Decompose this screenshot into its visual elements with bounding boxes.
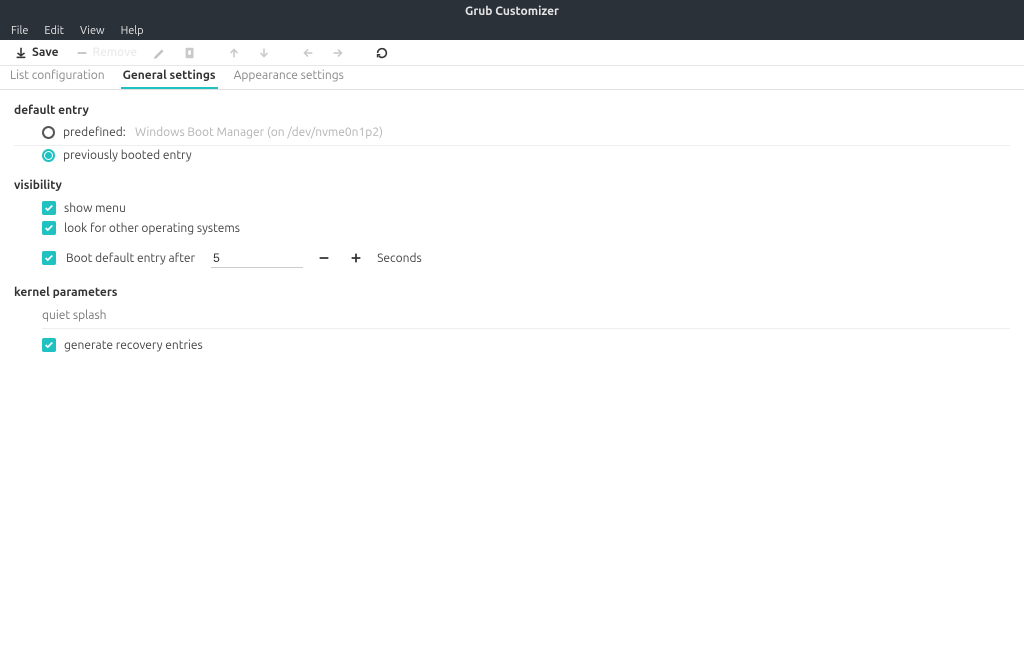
reload-button[interactable] [367,43,397,63]
recovery-row: generate recovery entries [14,335,1010,355]
show-menu-row: show menu [14,198,1010,218]
tab-list-configuration[interactable]: List configuration [8,65,107,89]
new-button [175,43,205,63]
menu-view[interactable]: View [73,24,112,38]
new-file-icon [183,46,197,60]
kernel-title: kernel parameters [14,286,1010,299]
os-prober-row: look for other operating systems [14,218,1010,238]
toolbar: Save Remove [0,40,1024,66]
checkbox-show-menu[interactable] [42,201,56,215]
arrow-right-icon [331,46,345,60]
menu-file[interactable]: File [4,24,35,38]
minus-icon [75,46,89,60]
recovery-label: generate recovery entries [64,339,203,352]
radio-predefined[interactable] [42,126,55,139]
back-button [293,43,323,63]
show-menu-label: show menu [64,202,126,215]
forward-button [323,43,353,63]
pencil-icon [153,46,167,60]
kernel-params-input[interactable]: quiet splash [42,305,1010,329]
predefined-label: predefined: [63,126,127,139]
save-label: Save [32,46,59,59]
previously-booted-label: previously booted entry [63,149,192,162]
timeout-input[interactable] [211,249,303,268]
menu-edit[interactable]: Edit [37,24,71,38]
titlebar: Grub Customizer [0,0,1024,22]
boot-default-label: Boot default entry after [66,252,195,265]
visibility-title: visibility [14,179,1010,192]
default-entry-title: default entry [14,104,1010,117]
content: default entry predefined: Windows Boot M… [0,90,1024,383]
os-prober-label: look for other operating systems [64,222,240,235]
arrow-left-icon [301,46,315,60]
remove-button: Remove [67,43,145,63]
previous-row: previously booted entry [14,146,1010,165]
predefined-dropdown[interactable]: Windows Boot Manager (on /dev/nvme0n1p2) [135,126,1010,139]
remove-label: Remove [93,46,137,59]
save-icon [14,46,28,60]
arrow-up-icon [227,46,241,60]
section-visibility: visibility show menu look for other oper… [14,179,1010,272]
tab-appearance-settings[interactable]: Appearance settings [232,65,346,89]
menubar: File Edit View Help [0,22,1024,40]
reload-icon [375,46,389,60]
edit-button [145,43,175,63]
checkbox-boot-default[interactable] [42,251,56,265]
checkbox-recovery[interactable] [42,338,56,352]
arrow-down-icon [257,46,271,60]
section-default-entry: default entry predefined: Windows Boot M… [14,104,1010,165]
seconds-label: Seconds [377,252,422,265]
timeout-decrease-button[interactable] [313,247,335,269]
window-title: Grub Customizer [465,5,559,18]
menu-help[interactable]: Help [114,24,151,38]
boot-default-row: Boot default entry after Seconds [14,244,1010,272]
tab-general-settings[interactable]: General settings [121,65,218,89]
checkbox-os-prober[interactable] [42,221,56,235]
move-down-button [249,43,279,63]
radio-previously-booted[interactable] [42,149,55,162]
timeout-increase-button[interactable] [345,247,367,269]
section-kernel-parameters: kernel parameters quiet splash generate … [14,286,1010,355]
tabs: List configuration General settings Appe… [0,66,1024,90]
save-button[interactable]: Save [6,43,67,63]
move-up-button [219,43,249,63]
predefined-row: predefined: Windows Boot Manager (on /de… [14,123,1010,146]
